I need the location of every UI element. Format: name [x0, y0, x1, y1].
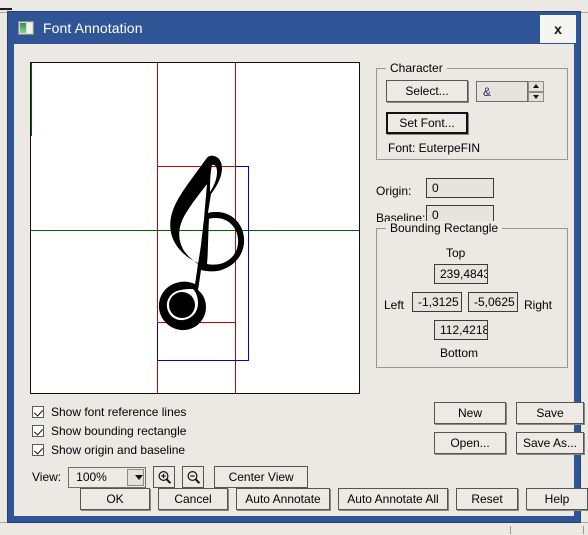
bounding-bottom-input[interactable]: 112,4218 — [434, 320, 488, 340]
bounding-top-label: Top — [446, 246, 465, 260]
open-button[interactable]: Open... — [434, 432, 506, 454]
center-view-button[interactable]: Center View — [214, 466, 308, 488]
font-annotation-dialog: Font Annotation x — [8, 12, 580, 522]
bounding-top-value: 239,4843 — [435, 267, 488, 281]
image-window-icon — [18, 21, 34, 35]
bounding-right-input[interactable]: -5,0625 — [468, 292, 518, 312]
option-label: Show origin and baseline — [51, 443, 185, 457]
ok-button[interactable]: OK — [80, 488, 150, 510]
character-spinner[interactable] — [528, 81, 544, 102]
display-options-group: Show font reference lines Show bounding … — [32, 402, 186, 459]
close-icon[interactable]: x — [540, 15, 576, 43]
save-as-button[interactable]: Save As... — [516, 432, 584, 454]
option-show-origin-and-baseline[interactable]: Show origin and baseline — [32, 440, 186, 459]
spinner-up-icon[interactable] — [528, 81, 544, 92]
origin-vertical-line — [31, 63, 32, 136]
bounding-bottom-value: 112,4218 — [435, 323, 488, 337]
option-show-font-reference-lines[interactable]: Show font reference lines — [32, 402, 186, 421]
origin-label: Origin: — [376, 184, 411, 198]
view-label: View: — [32, 470, 61, 484]
glyph-preview-canvas[interactable] — [30, 62, 360, 394]
set-font-button[interactable]: Set Font... — [386, 112, 468, 134]
character-value: & — [477, 85, 491, 99]
zoom-in-icon[interactable] — [153, 466, 175, 488]
background-tick-left — [510, 526, 511, 534]
desktop-background: Font Annotation x — [0, 0, 588, 534]
bounding-top-input[interactable]: 239,4843 — [434, 264, 488, 284]
help-button[interactable]: Help — [526, 488, 588, 510]
background-tick-right — [583, 526, 584, 534]
spinner-down-icon[interactable] — [528, 92, 544, 103]
bounding-left-label: Left — [384, 298, 404, 312]
dialog-footer: OK Cancel Auto Annotate Auto Annotate Al… — [14, 488, 574, 516]
baseline-value: 0 — [427, 208, 439, 222]
background-window-bottom-strip — [0, 522, 588, 535]
checkbox-show-bounding-rectangle[interactable] — [32, 425, 44, 437]
bounding-right-value: -5,0625 — [469, 295, 515, 309]
bounding-bottom-label: Bottom — [440, 346, 478, 360]
reset-button[interactable]: Reset — [456, 488, 518, 510]
bounding-right-label: Right — [524, 298, 552, 312]
origin-input[interactable]: 0 — [426, 178, 494, 198]
cancel-button[interactable]: Cancel — [158, 488, 228, 510]
dialog-title: Font Annotation — [43, 20, 143, 36]
chevron-down-icon[interactable] — [127, 469, 144, 486]
checkbox-show-origin-and-baseline[interactable] — [32, 444, 44, 456]
auto-annotate-button[interactable]: Auto Annotate — [236, 488, 330, 510]
dialog-client-area: Show font reference lines Show bounding … — [14, 44, 574, 516]
zoom-level-value: 100% — [69, 470, 107, 484]
option-label: Show bounding rectangle — [51, 424, 186, 438]
view-controls-row: View: 100% — [32, 466, 308, 488]
checkbox-show-font-reference-lines[interactable] — [32, 406, 44, 418]
select-character-button[interactable]: Select... — [386, 80, 468, 102]
treble-clef-glyph — [149, 153, 259, 343]
auto-annotate-all-button[interactable]: Auto Annotate All — [338, 488, 448, 510]
dialog-titlebar[interactable]: Font Annotation x — [8, 12, 580, 44]
save-button[interactable]: Save — [516, 402, 584, 424]
option-show-bounding-rectangle[interactable]: Show bounding rectangle — [32, 421, 186, 440]
bounding-left-value: -1,3125 — [413, 295, 459, 309]
character-input[interactable]: & — [476, 81, 528, 102]
origin-value: 0 — [427, 181, 439, 195]
option-label: Show font reference lines — [51, 405, 186, 419]
bounding-rectangle-legend: Bounding Rectangle — [386, 221, 502, 235]
current-font-label: Font: EuterpeFIN — [388, 141, 480, 155]
character-group-legend: Character — [386, 61, 447, 75]
new-button[interactable]: New — [434, 402, 506, 424]
zoom-level-select[interactable]: 100% — [68, 467, 146, 488]
zoom-out-icon[interactable] — [182, 466, 204, 488]
bounding-left-input[interactable]: -1,3125 — [412, 292, 462, 312]
